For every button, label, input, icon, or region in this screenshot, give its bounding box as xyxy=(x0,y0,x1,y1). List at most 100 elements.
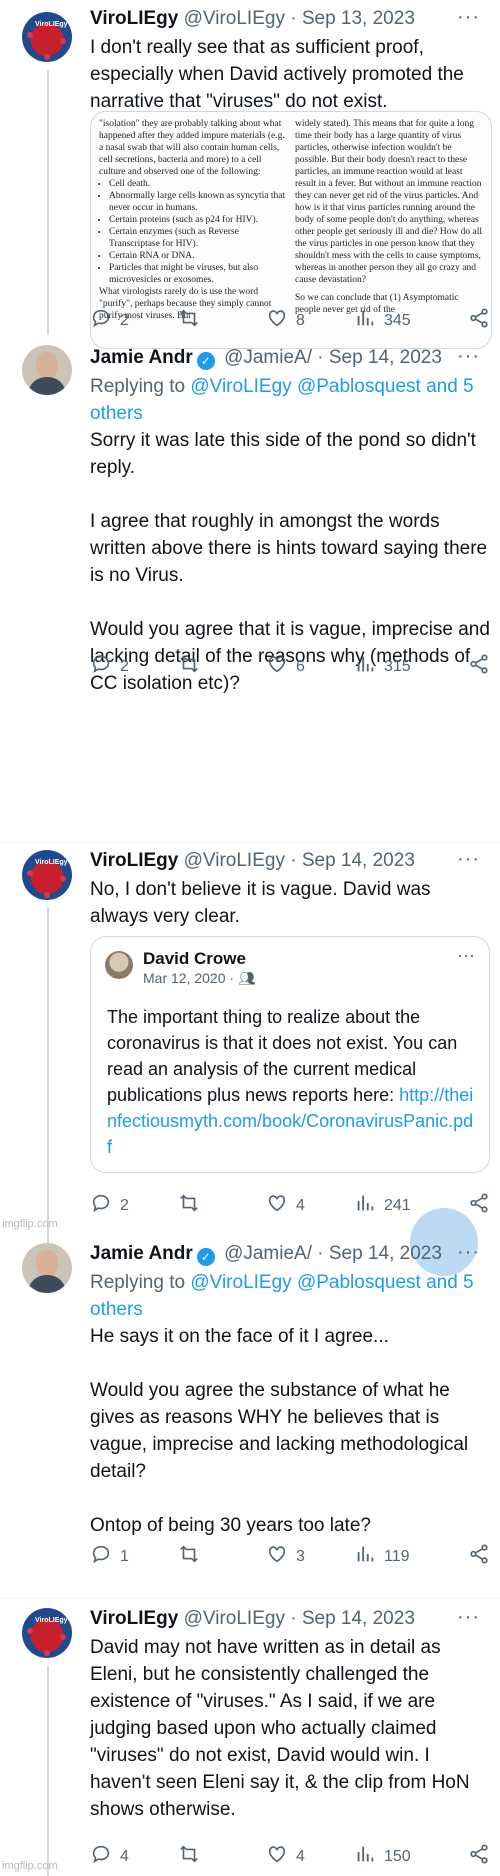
thread-line xyxy=(47,70,49,335)
avatar[interactable]: ViroLIEgy xyxy=(22,12,72,62)
tweet-3[interactable]: ViroLIEgy ViroLIEgy @ViroLIEgy · Sep 14,… xyxy=(0,848,500,1250)
retweet-button[interactable] xyxy=(178,653,208,680)
retweet-button[interactable] xyxy=(178,307,208,334)
more-icon[interactable]: ··· xyxy=(457,945,475,966)
share-icon xyxy=(468,653,498,680)
like-button[interactable]: 4 xyxy=(266,1843,305,1870)
timestamp[interactable]: · Sep 13, 2023 xyxy=(290,8,415,29)
retweet-button[interactable] xyxy=(178,1543,208,1570)
handle[interactable]: @ViroLIEgy xyxy=(184,8,285,29)
avatar[interactable] xyxy=(22,1243,72,1293)
views-button[interactable]: 119 xyxy=(354,1543,410,1570)
action-bar: 2 6 315 xyxy=(90,653,490,677)
retweet-icon xyxy=(178,307,208,334)
display-name[interactable]: ViroLIEgy xyxy=(90,1608,178,1629)
views-button[interactable]: 315 xyxy=(354,653,411,680)
like-button[interactable]: 6 xyxy=(266,653,305,680)
action-bar: 2 8 345 xyxy=(90,307,490,331)
handle[interactable]: @JamieA/ xyxy=(224,1243,312,1264)
replying-to: Replying to @ViroLIEgy @Pablosquest and … xyxy=(90,1272,474,1320)
reply-button[interactable]: 2 xyxy=(90,307,129,334)
thread-line xyxy=(47,908,49,1248)
more-icon[interactable]: ··· xyxy=(457,1241,480,1264)
share-button[interactable] xyxy=(468,1192,498,1219)
replying-to: Replying to @ViroLIEgy @Pablosquest and … xyxy=(90,376,474,424)
avatar[interactable]: ViroLIEgy xyxy=(22,1608,72,1658)
handle[interactable]: @JamieA/ xyxy=(224,347,312,368)
timestamp[interactable]: · Sep 14, 2023 xyxy=(290,850,415,871)
retweet-icon xyxy=(178,1543,208,1570)
quote-text: The important thing to realize about the… xyxy=(107,1007,474,1157)
handle[interactable]: @ViroLIEgy xyxy=(184,1608,285,1629)
reply-icon xyxy=(90,1543,120,1570)
tweet-header: ViroLIEgy @ViroLIEgy · Sep 14, 2023 xyxy=(90,850,415,872)
image-text-right: widely stated). This means that for quit… xyxy=(295,119,483,315)
quoted-tweet[interactable]: David Crowe Mar 12, 2020 · 👥︎ ··· The im… xyxy=(90,936,490,1173)
quote-avatar[interactable] xyxy=(105,951,133,979)
tweet-1[interactable]: ViroLIEgy ViroLIEgy @ViroLIEgy · Sep 13,… xyxy=(0,0,500,349)
like-button[interactable]: 3 xyxy=(266,1543,305,1570)
tweet-header: Jamie Andr ✓ @JamieA/ · Sep 14, 2023 xyxy=(90,347,442,370)
more-icon[interactable]: ··· xyxy=(457,345,480,368)
retweet-button[interactable] xyxy=(178,1192,208,1219)
watermark-bottom: imgflip.com xyxy=(2,1860,58,1872)
views-button[interactable]: 150 xyxy=(354,1843,411,1870)
like-button[interactable]: 4 xyxy=(266,1192,305,1219)
reply-button[interactable]: 1 xyxy=(90,1543,129,1570)
share-button[interactable] xyxy=(468,1843,498,1870)
tweet-text: I don't really see that as sufficient pr… xyxy=(90,37,464,112)
tweet-text: David may not have written as in detail … xyxy=(90,1637,470,1820)
timestamp[interactable]: · Sep 14, 2023 xyxy=(317,1243,442,1264)
retweet-icon xyxy=(178,653,208,680)
avatar[interactable] xyxy=(22,345,72,395)
retweet-icon xyxy=(178,1192,208,1219)
display-name[interactable]: ViroLIEgy xyxy=(90,8,178,29)
verified-icon: ✓ xyxy=(196,352,215,370)
like-icon xyxy=(266,307,296,334)
handle[interactable]: @ViroLIEgy xyxy=(184,850,285,871)
timestamp[interactable]: · Sep 14, 2023 xyxy=(317,347,442,368)
tweet-2[interactable]: Jamie Andr ✓ @JamieA/ · Sep 14, 2023 ··· … xyxy=(0,345,500,830)
share-button[interactable] xyxy=(468,307,498,334)
reply-icon xyxy=(90,653,120,680)
like-icon xyxy=(266,1543,296,1570)
views-button[interactable]: 345 xyxy=(354,307,411,334)
share-button[interactable] xyxy=(468,653,498,680)
quote-date[interactable]: Mar 12, 2020 · 👥︎ xyxy=(143,970,256,987)
image-text-left: "isolation" they are probably talking ab… xyxy=(99,118,287,322)
more-icon[interactable]: ··· xyxy=(457,6,480,29)
more-icon[interactable]: ··· xyxy=(457,1606,480,1629)
tweet-4[interactable]: Jamie Andr ✓ @JamieA/ · Sep 14, 2023 ··· … xyxy=(0,1241,500,1593)
tweet-text: He says it on the face of it I agree... … xyxy=(90,1326,469,1536)
avatar[interactable]: ViroLIEgy xyxy=(22,850,72,900)
watermark: imgflip.com xyxy=(2,1218,58,1230)
views-icon xyxy=(354,1543,384,1570)
like-icon xyxy=(266,1192,296,1219)
share-icon xyxy=(468,1543,498,1570)
reply-button[interactable]: 2 xyxy=(90,653,129,680)
retweet-icon xyxy=(178,1843,208,1870)
views-icon xyxy=(354,307,384,334)
tweet-header: Jamie Andr ✓ @JamieA/ · Sep 14, 2023 xyxy=(90,1243,442,1266)
views-icon xyxy=(354,1843,384,1870)
tweet-header: ViroLIEgy @ViroLIEgy · Sep 13, 2023 xyxy=(90,8,415,30)
like-icon xyxy=(266,1843,296,1870)
display-name[interactable]: Jamie Andr xyxy=(90,347,193,368)
timestamp[interactable]: · Sep 14, 2023 xyxy=(290,1608,415,1629)
audience-icon: 👥︎ xyxy=(237,970,256,986)
share-button[interactable] xyxy=(468,1543,498,1570)
tweet-5[interactable]: ViroLIEgy ViroLIEgy @ViroLIEgy · Sep 14,… xyxy=(0,1606,500,1876)
reply-button[interactable]: 2 xyxy=(90,1192,129,1219)
retweet-button[interactable] xyxy=(178,1843,208,1870)
tweet-text: No, I don't believe it is vague. David w… xyxy=(90,879,431,927)
more-icon[interactable]: ··· xyxy=(457,848,480,871)
display-name[interactable]: Jamie Andr xyxy=(90,1243,193,1264)
display-name[interactable]: ViroLIEgy xyxy=(90,850,178,871)
like-button[interactable]: 8 xyxy=(266,307,305,334)
views-icon xyxy=(354,653,384,680)
divider xyxy=(0,1598,500,1599)
quote-author[interactable]: David Crowe xyxy=(143,949,246,969)
reply-button[interactable]: 4 xyxy=(90,1843,129,1870)
action-bar: 1 3 119 xyxy=(90,1543,490,1567)
views-button[interactable]: 241 xyxy=(354,1192,411,1219)
